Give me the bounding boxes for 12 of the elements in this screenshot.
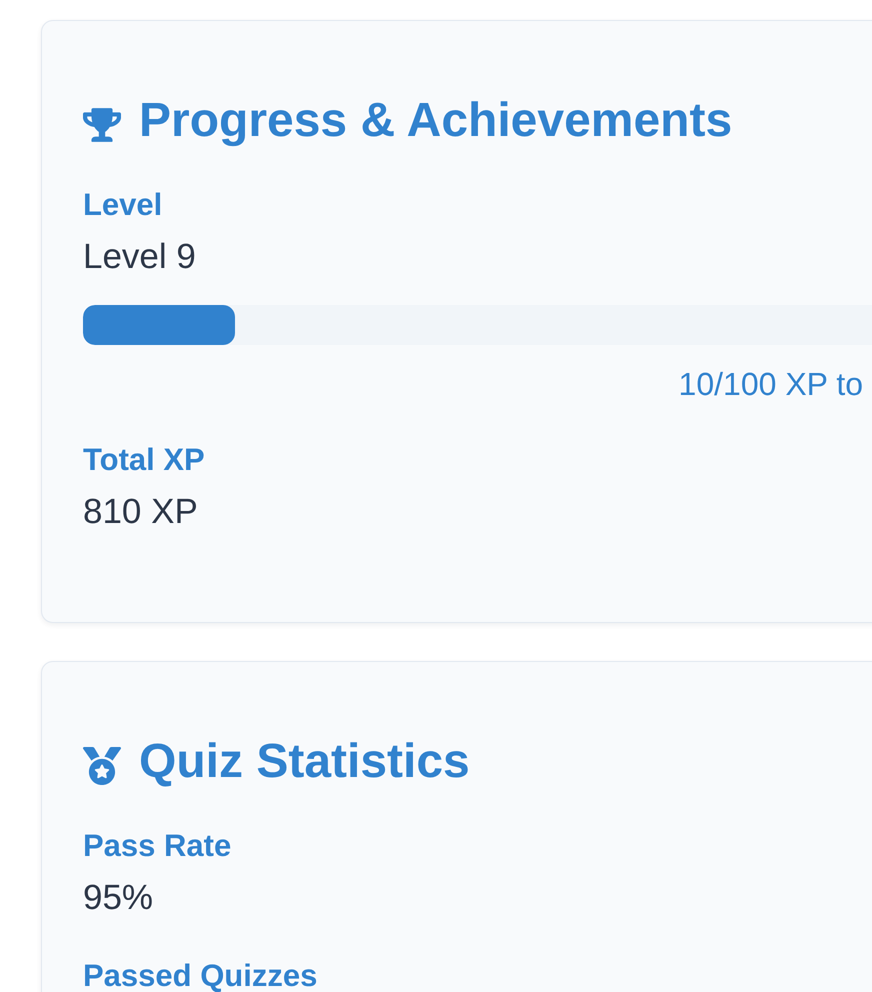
stat-label: Pass Rate <box>83 830 232 861</box>
stat-label: Passed Quizzes <box>83 960 318 991</box>
xp-caption: 10/100 XP to <box>678 364 863 403</box>
stat-label: Level <box>83 188 164 220</box>
trophy-icon <box>83 108 121 142</box>
stat-value: Level 9 <box>83 236 197 278</box>
stat-value: 95% <box>83 876 154 919</box>
stat-value: 810 XP <box>83 490 199 533</box>
section-title: Quiz Statistics <box>139 734 470 790</box>
medal-icon <box>83 746 121 785</box>
section-title: Progress & Achievements <box>139 93 732 149</box>
stat-label: Total XP <box>83 444 206 475</box>
